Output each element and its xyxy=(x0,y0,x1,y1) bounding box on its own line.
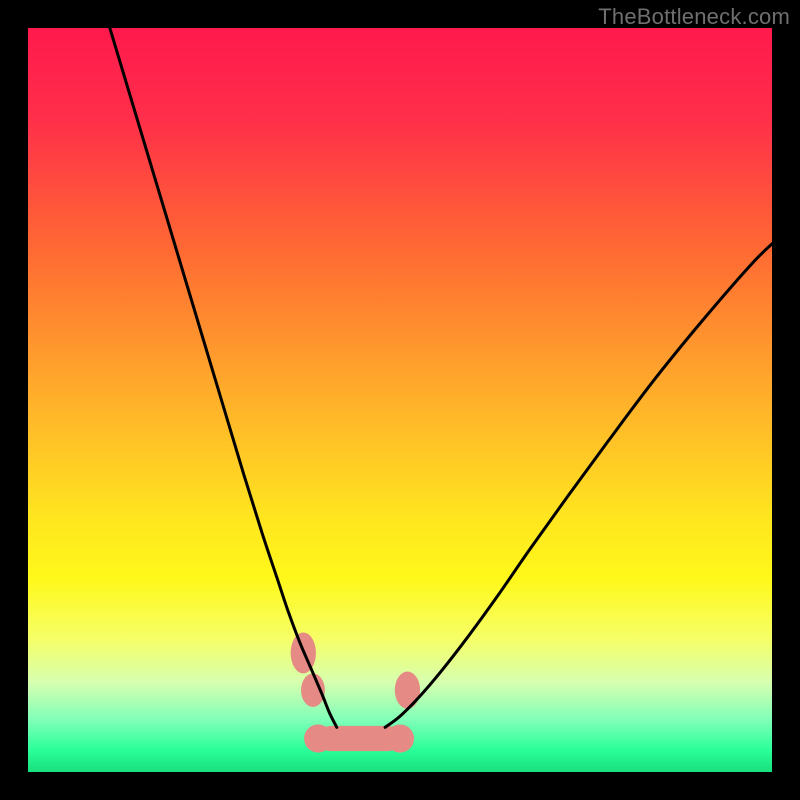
gradient-background xyxy=(28,28,772,772)
plot-area xyxy=(28,28,772,772)
watermark-text: TheBottleneck.com xyxy=(598,4,790,30)
outer-black-frame: TheBottleneck.com xyxy=(0,0,800,800)
chart-svg xyxy=(28,28,772,772)
wiggle-right xyxy=(395,672,420,709)
